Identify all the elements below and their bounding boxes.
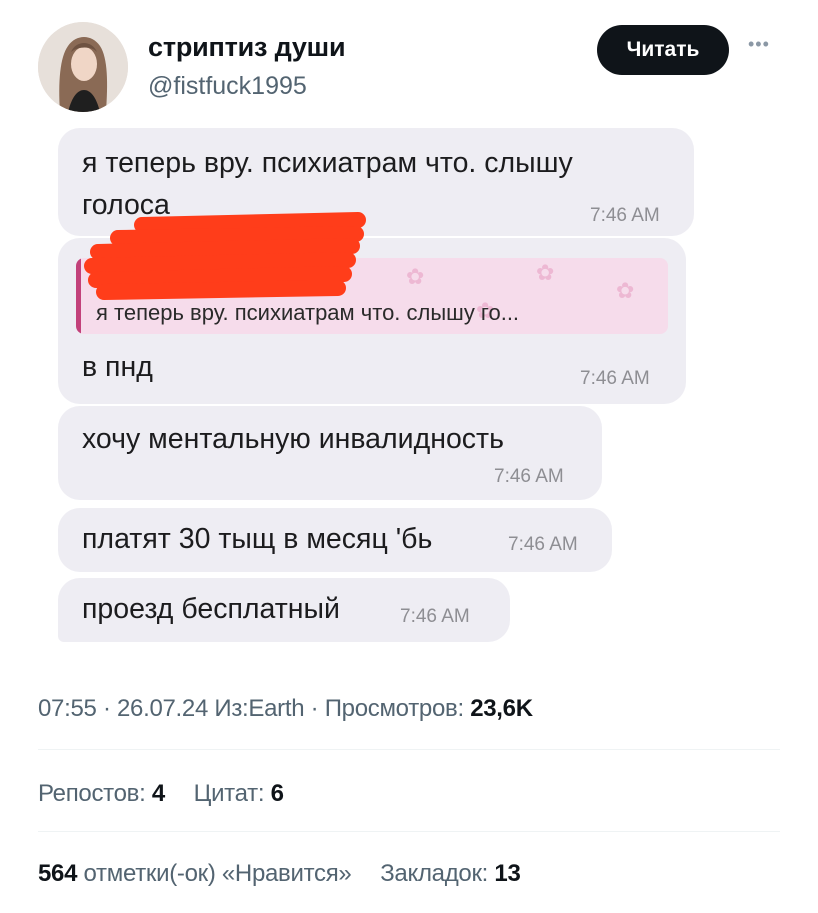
tweet-source: Из:Earth [214, 695, 305, 722]
message-time: 7:46 AM [590, 205, 660, 226]
message-bubble: я теперь вру. психиатрам что. слышу голо… [58, 128, 694, 236]
strawberry-icon: ✿ [536, 260, 555, 285]
strawberry-icon: ✿ [406, 264, 425, 289]
author-handle[interactable]: @fistfuck1995 [148, 72, 307, 101]
tweet-time[interactable]: 07:55 [38, 695, 97, 722]
message-text: проезд бесплатный [82, 593, 340, 625]
likes-link[interactable]: 564 отметки(-ок) «Нравится» [38, 860, 352, 887]
message-text: голоса [82, 189, 170, 221]
message-text: хочу ментальную инвалидность [82, 423, 504, 455]
message-bubble: платят 30 тыщ в месяц 'бь 7:46 AM [58, 508, 612, 572]
views-label: Просмотров: [324, 695, 464, 722]
tweet-date[interactable]: 26.07.24 [117, 695, 208, 722]
message-text: в пнд [82, 351, 153, 383]
avatar[interactable] [38, 22, 128, 112]
strawberry-icon: ✿ [616, 278, 635, 303]
message-bubble: проезд бесплатный 7:46 AM [58, 578, 510, 642]
reposts-link[interactable]: Репостов: 4 [38, 780, 165, 807]
quotes-link[interactable]: Цитат: 6 [194, 780, 284, 807]
bookmarks-link[interactable]: Закладок: 13 [380, 860, 521, 887]
message-text: я теперь вру. психиатрам что. слышу [82, 147, 573, 179]
author-display-name[interactable]: стриптиз души [148, 32, 346, 63]
message-time: 7:46 AM [508, 534, 578, 555]
more-horizontal-icon[interactable]: ••• [748, 34, 770, 55]
quote-text: я теперь вру. психиатрам что. слышу го..… [96, 300, 520, 325]
views-count: 23,6K [470, 695, 533, 722]
quote-accent-bar [76, 258, 81, 334]
message-bubble: хочу ментальную инвалидность 7:46 AM [58, 406, 602, 500]
quoted-reply: ✿ ✿ ✿ ✿ я теперь вру. психиатрам что. сл… [76, 258, 668, 334]
chat-screenshot: я теперь вру. психиатрам что. слышу голо… [0, 120, 818, 650]
engagement-stats: Репостов: 4 Цитат: 6 [38, 780, 284, 808]
divider [38, 831, 780, 832]
message-text: платят 30 тыщ в месяц 'бь [82, 523, 433, 555]
divider [38, 749, 780, 750]
follow-button[interactable]: Читать [597, 25, 729, 75]
message-time: 7:46 AM [494, 466, 564, 487]
tweet-meta: 07:55 · 26.07.24 Из:Earth · Просмотров: … [38, 695, 533, 722]
message-time: 7:46 AM [580, 368, 650, 389]
engagement-stats: 564 отметки(-ок) «Нравится» Закладок: 13 [38, 860, 521, 888]
avatar-photo [38, 22, 128, 112]
message-time: 7:46 AM [400, 606, 470, 627]
